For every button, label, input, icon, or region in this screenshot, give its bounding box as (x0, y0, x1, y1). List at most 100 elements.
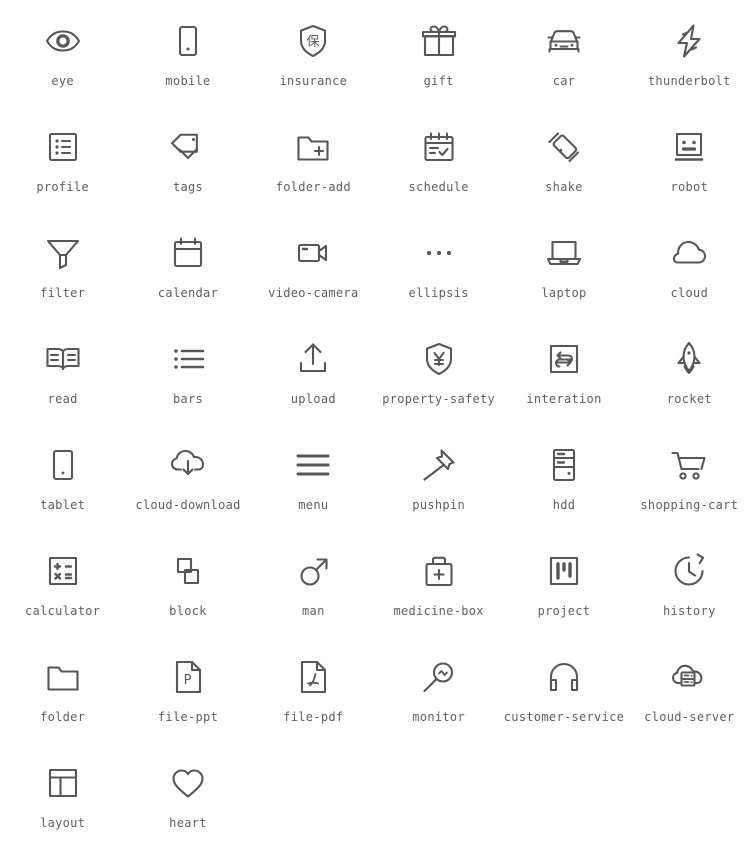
icon-label: thunderbolt (647, 74, 731, 88)
icon-cell-layout[interactable]: layout (0, 748, 125, 854)
medicine-box-icon[interactable] (418, 550, 460, 592)
icon-cell-project[interactable]: project (501, 536, 626, 642)
robot-icon[interactable] (668, 126, 710, 168)
cloud-icon[interactable] (668, 232, 710, 274)
customer-service-icon[interactable] (543, 656, 585, 698)
tablet-icon[interactable] (42, 444, 84, 486)
icon-cell-mobile[interactable]: mobile (125, 6, 250, 112)
icon-cell-cloud-server[interactable]: cloud-server (627, 642, 752, 748)
icon-cell-menu[interactable]: menu (251, 430, 376, 536)
icon-cell-profile[interactable]: profile (0, 112, 125, 218)
icon-cell-calendar[interactable]: calendar (125, 218, 250, 324)
profile-icon[interactable] (42, 126, 84, 168)
folder-add-icon[interactable] (292, 126, 334, 168)
project-icon[interactable] (543, 550, 585, 592)
car-icon[interactable] (543, 20, 585, 62)
file-ppt-icon[interactable]: P (167, 656, 209, 698)
icon-cell-car[interactable]: car (501, 6, 626, 112)
rocket-icon[interactable] (668, 338, 710, 380)
read-icon[interactable] (42, 338, 84, 380)
icon-cell-video-camera[interactable]: video-camera (251, 218, 376, 324)
shake-icon[interactable] (543, 126, 585, 168)
icon-cell-insurance[interactable]: 保 insurance (251, 6, 376, 112)
icon-cell-cloud-download[interactable]: cloud-download (125, 430, 250, 536)
icon-cell-interation[interactable]: interation (501, 324, 626, 430)
icon-cell-gift[interactable]: gift (376, 6, 501, 112)
calendar-icon[interactable] (167, 232, 209, 274)
icon-label: customer-service (503, 710, 625, 724)
icon-cell-read[interactable]: read (0, 324, 125, 430)
laptop-icon[interactable] (543, 232, 585, 274)
icon-cell-thunderbolt[interactable]: thunderbolt (627, 6, 752, 112)
icon-cell-man[interactable]: man (251, 536, 376, 642)
icon-cell-cloud[interactable]: cloud (627, 218, 752, 324)
icon-label: property-safety (382, 392, 496, 406)
upload-icon[interactable] (292, 338, 334, 380)
eye-icon[interactable] (42, 20, 84, 62)
icon-cell-upload[interactable]: upload (251, 324, 376, 430)
icon-cell-heart[interactable]: heart (125, 748, 250, 854)
bars-icon[interactable] (167, 338, 209, 380)
ellipsis-icon[interactable] (418, 232, 460, 274)
icon-label: interation (526, 392, 602, 406)
calculator-icon[interactable] (42, 550, 84, 592)
icon-cell-medicine-box[interactable]: medicine-box (376, 536, 501, 642)
tags-icon[interactable] (167, 126, 209, 168)
block-icon[interactable] (167, 550, 209, 592)
icon-cell-file-ppt[interactable]: Pfile-ppt (125, 642, 250, 748)
file-pdf-icon[interactable] (292, 656, 334, 698)
icon-label: video-camera (268, 286, 359, 300)
icon-cell-tablet[interactable]: tablet (0, 430, 125, 536)
icon-cell-folder-add[interactable]: folder-add (251, 112, 376, 218)
property-safety-icon[interactable] (418, 338, 460, 380)
icon-cell-tags[interactable]: tags (125, 112, 250, 218)
cloud-download-icon[interactable] (167, 444, 209, 486)
icon-cell-filter[interactable]: filter (0, 218, 125, 324)
icon-cell-schedule[interactable]: schedule (376, 112, 501, 218)
icon-cell-ellipsis[interactable]: ellipsis (376, 218, 501, 324)
icon-cell-block[interactable]: block (125, 536, 250, 642)
gift-icon[interactable] (418, 20, 460, 62)
interation-icon[interactable] (543, 338, 585, 380)
schedule-icon[interactable] (418, 126, 460, 168)
folder-icon[interactable] (42, 656, 84, 698)
icon-cell-robot[interactable]: robot (627, 112, 752, 218)
icon-cell-property-safety[interactable]: property-safety (376, 324, 501, 430)
icon-cell-shake[interactable]: shake (501, 112, 626, 218)
icon-label: calculator (25, 604, 101, 618)
icon-cell-folder[interactable]: folder (0, 642, 125, 748)
icon-cell-pushpin[interactable]: pushpin (376, 430, 501, 536)
icon-label: folder (40, 710, 86, 724)
heart-icon[interactable] (167, 762, 209, 804)
man-icon[interactable] (292, 550, 334, 592)
pushpin-icon[interactable] (418, 444, 460, 486)
mobile-icon[interactable] (167, 20, 209, 62)
icon-cell-customer-service[interactable]: customer-service (501, 642, 626, 748)
icon-cell-rocket[interactable]: rocket (627, 324, 752, 430)
icon-cell-bars[interactable]: bars (125, 324, 250, 430)
icon-cell-laptop[interactable]: laptop (501, 218, 626, 324)
layout-icon[interactable] (42, 762, 84, 804)
history-icon[interactable] (668, 550, 710, 592)
icon-label: car (552, 74, 576, 88)
video-camera-icon[interactable] (292, 232, 334, 274)
cloud-server-icon[interactable] (668, 656, 710, 698)
icon-cell-file-pdf[interactable]: file-pdf (251, 642, 376, 748)
hdd-icon[interactable] (543, 444, 585, 486)
icon-label: pushpin (412, 498, 465, 512)
icon-cell-history[interactable]: history (627, 536, 752, 642)
icon-cell-eye[interactable]: eye (0, 6, 125, 112)
filter-icon[interactable] (42, 232, 84, 274)
icon-label: ellipsis (408, 286, 469, 300)
menu-icon[interactable] (292, 444, 334, 486)
icon-label: bars (172, 392, 204, 406)
thunderbolt-icon[interactable] (668, 20, 710, 62)
icon-cell-hdd[interactable]: hdd (501, 430, 626, 536)
monitor-icon[interactable] (418, 656, 460, 698)
icon-cell-shopping-cart[interactable]: shopping-cart (627, 430, 752, 536)
icon-cell-monitor[interactable]: monitor (376, 642, 501, 748)
icon-cell-calculator[interactable]: calculator (0, 536, 125, 642)
insurance-icon[interactable]: 保 (292, 20, 334, 62)
icon-label: laptop (541, 286, 587, 300)
shopping-cart-icon[interactable] (668, 444, 710, 486)
